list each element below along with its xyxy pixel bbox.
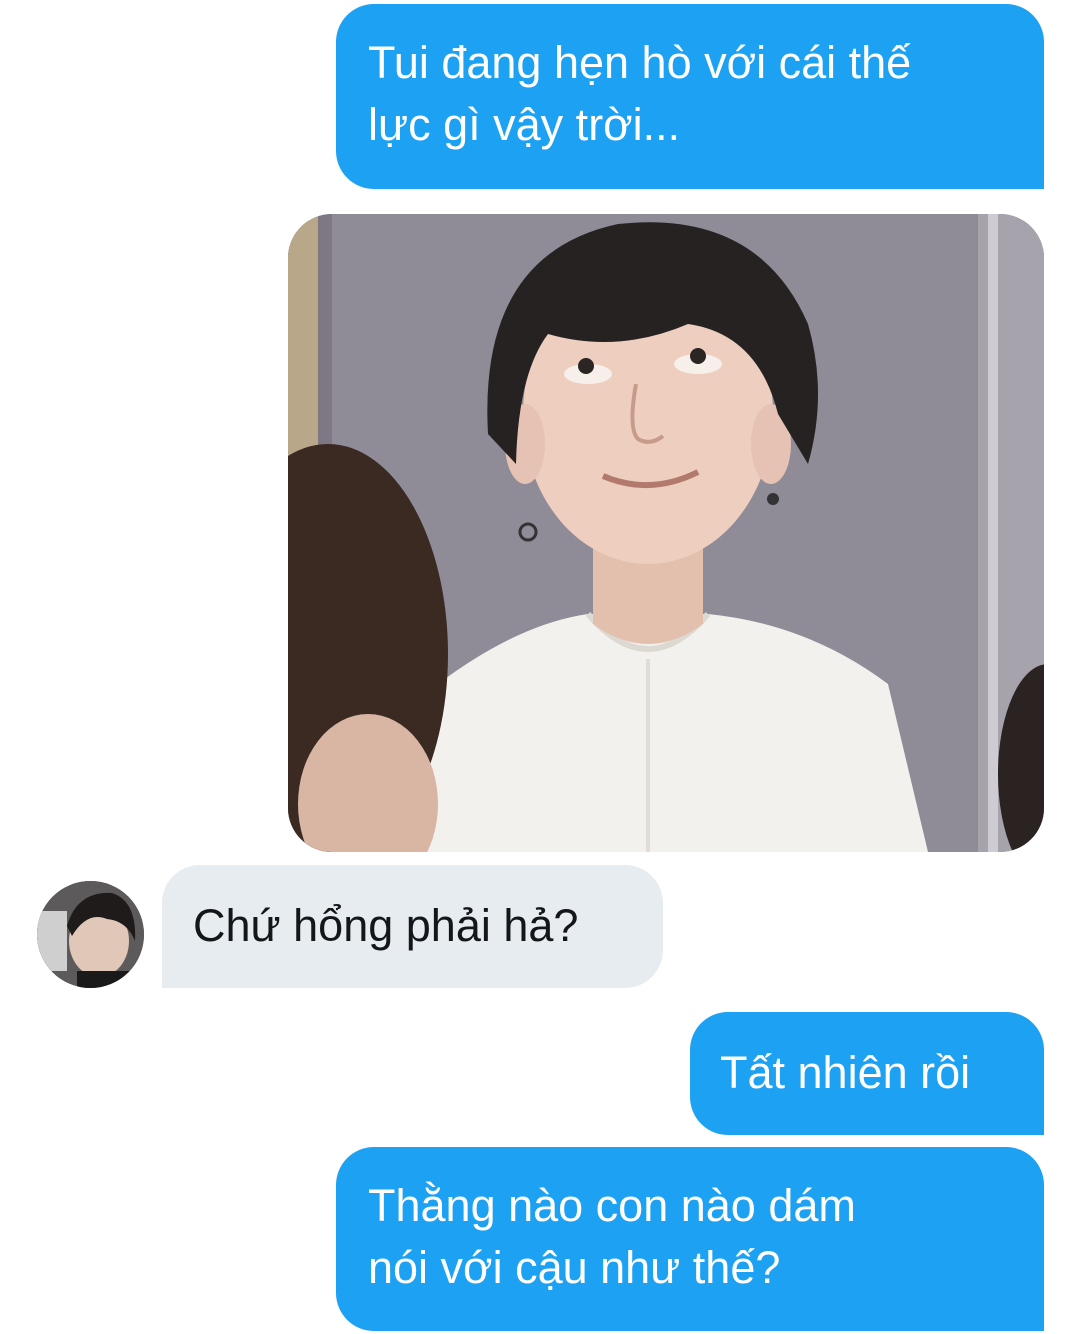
incoming-message-bubble[interactable]: Chứ hổng phải hả? [162,865,663,988]
outgoing-message-bubble[interactable]: Tui đang hẹn hò với cái thế lực gì vậy t… [336,4,1044,189]
message-text: lực gì vậy trời... [368,99,681,150]
outgoing-message-bubble[interactable]: Thằng nào con nào dám nói với cậu như th… [336,1147,1044,1331]
message-text: Chứ hổng phải hả? [193,900,579,951]
message-text: Tất nhiên rồi [720,1047,971,1098]
photo-illustration [288,214,1044,852]
message-text: Tui đang hẹn hò với cái thế [368,37,912,88]
contact-avatar[interactable] [37,881,144,988]
message-text: nói với cậu như thế? [368,1242,781,1293]
avatar-image [37,881,144,988]
message-text: Thằng nào con nào dám [368,1180,856,1231]
image-message[interactable] [288,214,1044,852]
outgoing-message-bubble[interactable]: Tất nhiên rồi [690,1012,1044,1135]
